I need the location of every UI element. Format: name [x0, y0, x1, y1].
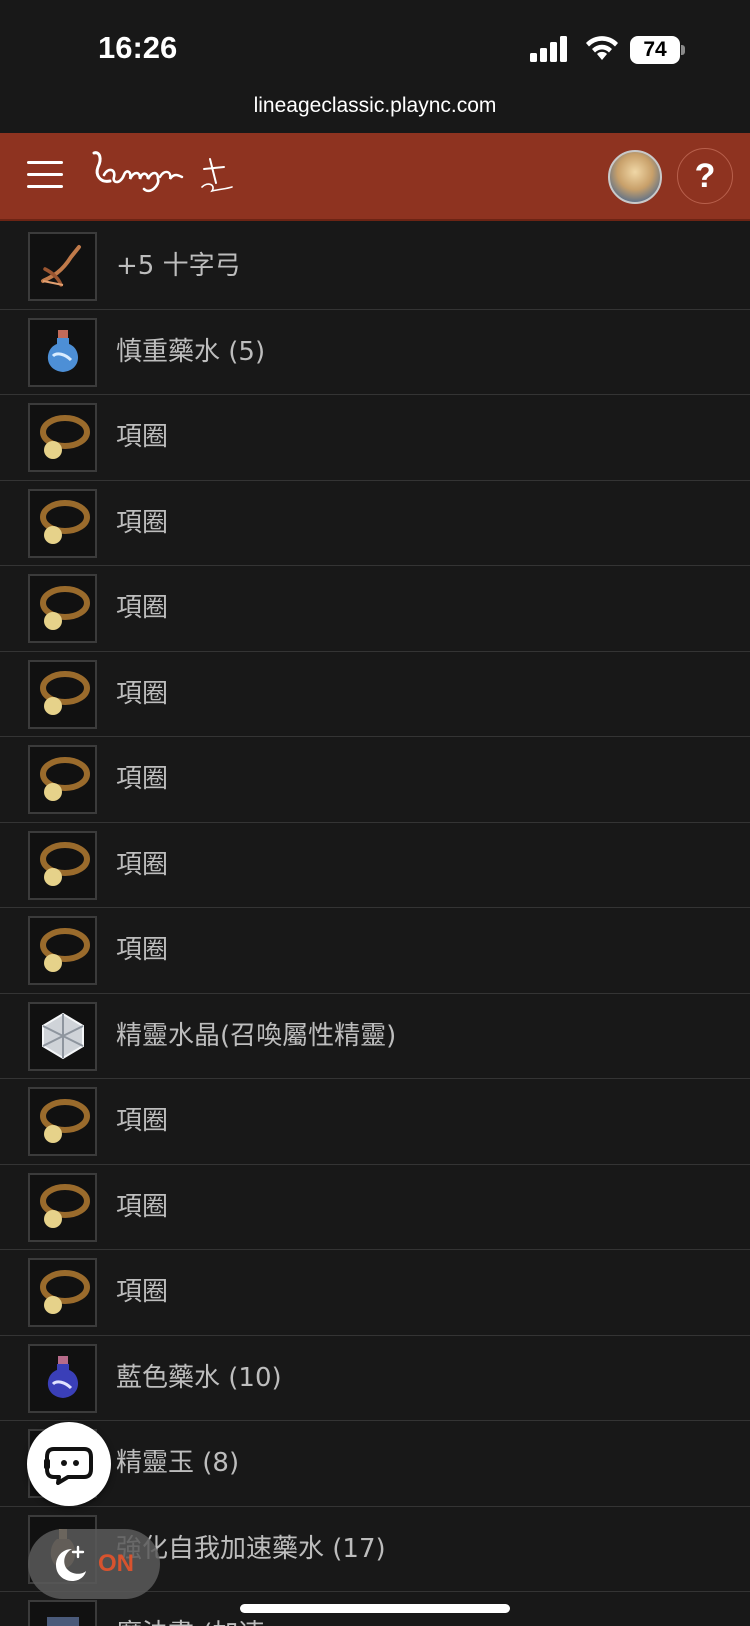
list-item[interactable]: 項圈: [0, 481, 750, 566]
list-item[interactable]: 項圈: [0, 823, 750, 908]
list-item[interactable]: 項圈: [0, 737, 750, 823]
collar-icon: [28, 403, 97, 472]
list-item[interactable]: 項圈: [0, 652, 750, 737]
crystal-icon: [28, 1001, 97, 1071]
item-name: 項圈: [116, 1277, 169, 1307]
collar-icon: [28, 745, 97, 814]
collar-icon: [28, 488, 97, 558]
item-name: 精靈玉 (8): [116, 1448, 240, 1478]
list-item[interactable]: +5 十字弓: [0, 224, 750, 310]
list-item[interactable]: 項圈: [0, 395, 750, 481]
avatar[interactable]: [608, 150, 662, 204]
item-name: 精靈水晶(召喚屬性精靈): [116, 1020, 397, 1051]
chat-button[interactable]: [27, 1422, 111, 1506]
list-item[interactable]: 精靈玉 (8): [0, 1421, 750, 1507]
chatbot-icon: [44, 1447, 93, 1485]
item-name: +5 十字弓: [116, 251, 241, 281]
list-item[interactable]: 項圈: [0, 1165, 750, 1250]
crossbow-icon: [28, 232, 97, 301]
collar-icon: [28, 1258, 97, 1327]
potion-blue-icon: [28, 317, 97, 387]
inventory-list: +5 十字弓 慎重藥水 (5) 項圈 項圈 項圈 項圈 項圈 項圈 項圈 精靈水…: [0, 224, 750, 1626]
list-item[interactable]: 項圈: [0, 1250, 750, 1336]
collar-icon: [28, 1172, 97, 1242]
potion-darkblue-icon: [28, 1343, 97, 1413]
item-name: 項圈: [116, 1106, 169, 1136]
cellular-signal-icon: [530, 36, 567, 62]
book-icon: [28, 1600, 97, 1626]
item-name: 項圈: [116, 507, 169, 538]
list-item[interactable]: 項圈: [0, 1079, 750, 1165]
status-bar: 16:26 74 lineageclassic.plaync.com: [0, 0, 750, 117]
item-name: 項圈: [116, 1191, 169, 1222]
collar-icon: [28, 830, 97, 900]
item-name: 項圈: [116, 935, 169, 965]
item-name: 項圈: [116, 849, 169, 880]
collar-icon: [28, 1087, 97, 1156]
hamburger-icon[interactable]: [27, 161, 63, 189]
help-button[interactable]: ?: [677, 148, 733, 204]
list-item[interactable]: 項圈: [0, 908, 750, 994]
item-name: 慎重藥水 (5): [116, 336, 266, 367]
battery-tip: [681, 45, 685, 55]
address-bar-url[interactable]: lineageclassic.plaync.com: [0, 94, 750, 118]
lineage-classic-logo[interactable]: [90, 145, 250, 211]
item-name: 藍色藥水 (10): [116, 1362, 282, 1393]
item-name: 項圈: [116, 593, 169, 623]
night-mode-state: ON: [98, 1550, 134, 1577]
list-item[interactable]: 慎重藥水 (5): [0, 310, 750, 395]
item-name: 項圈: [116, 764, 169, 794]
list-item[interactable]: 藍色藥水 (10): [0, 1336, 750, 1421]
wifi-icon: [586, 36, 618, 60]
home-indicator[interactable]: [240, 1604, 510, 1613]
collar-icon: [28, 574, 97, 643]
site-header: ?: [0, 133, 750, 221]
night-mode-toggle[interactable]: ON: [28, 1529, 160, 1599]
collar-icon: [28, 659, 97, 729]
item-name: 項圈: [116, 422, 169, 452]
collar-icon: [28, 916, 97, 985]
list-item[interactable]: 項圈: [0, 566, 750, 652]
battery-indicator: 74: [630, 36, 680, 64]
clock: 16:26: [98, 30, 178, 65]
list-item[interactable]: 精靈水晶(召喚屬性精靈): [0, 994, 750, 1079]
moon-icon: [56, 1545, 86, 1581]
item-name: 項圈: [116, 678, 169, 709]
